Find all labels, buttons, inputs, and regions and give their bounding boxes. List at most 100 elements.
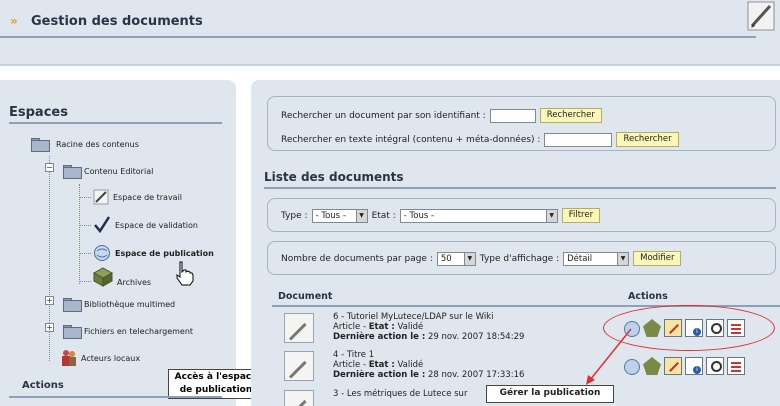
expand-icon[interactable]: + xyxy=(45,296,54,305)
tree-item-label: Bibliothèque multimed xyxy=(84,299,176,309)
tree-item-root[interactable]: Racine des contenus xyxy=(31,138,139,152)
hand-cursor-icon xyxy=(176,261,194,286)
last-action-label: Dernière action le : xyxy=(333,370,426,380)
search-fulltext-row: Rechercher en texte intégral (contenu + … xyxy=(281,132,679,147)
archive-stack-icon xyxy=(93,267,113,287)
page-title: Gestion des documents xyxy=(31,14,203,29)
search-fulltext-button[interactable]: Rechercher xyxy=(616,132,679,147)
type-select-value: - Tous - xyxy=(315,210,346,221)
last-action-value: 29 nov. 2007 18:54:29 xyxy=(425,332,525,342)
expand-icon[interactable]: + xyxy=(45,323,54,332)
publish-globe-icon[interactable] xyxy=(624,359,640,375)
per-page-select[interactable]: 50 ▼ xyxy=(436,251,476,266)
archive-stack-icon[interactable] xyxy=(643,357,661,375)
tree-connector xyxy=(79,281,91,282)
tree-item-editorial[interactable]: Contenu Editorial xyxy=(63,165,153,179)
tree-item-label: Fichiers en telechargement xyxy=(84,326,194,336)
type-label: Type : xyxy=(281,210,308,221)
document-type: Article - xyxy=(333,360,369,370)
tree-connector xyxy=(79,253,91,254)
documents-list-divider xyxy=(264,187,776,189)
tree-item-archives[interactable]: Archives xyxy=(93,267,151,287)
last-action-value: 28 nov. 2007 17:33:16 xyxy=(425,370,525,380)
documents-list-title: Liste des documents xyxy=(264,170,404,184)
document-pen-icon xyxy=(284,390,314,406)
search-id-input[interactable] xyxy=(489,108,536,123)
document-title[interactable]: 3 - Les métriques de Lutece sur xyxy=(333,389,467,399)
tree-item-label: Espace de travail xyxy=(113,192,183,202)
header-title-bar: » Gestion des documents xyxy=(0,8,756,38)
globe-icon xyxy=(94,245,110,261)
row-actions xyxy=(624,357,745,375)
folder-icon xyxy=(63,325,82,339)
folder-icon xyxy=(31,138,50,152)
etat-label: Etat : xyxy=(371,210,396,221)
spaces-title: Espaces xyxy=(9,105,68,120)
display-options-row: Nombre de documents par page : 50 ▼ Type… xyxy=(281,251,682,266)
tree-item-work-space[interactable]: Espace de travail xyxy=(93,189,182,205)
table-row: 4 - Titre 1 Article - Etat : Validé Dern… xyxy=(272,347,780,385)
checkmark-icon xyxy=(94,216,111,234)
header-bar: » Gestion des documents xyxy=(0,0,780,66)
highlight-ellipse xyxy=(603,305,775,351)
tree-item-local-actors[interactable]: Acteurs locaux xyxy=(61,349,140,367)
tree-connector xyxy=(79,225,91,226)
document-title[interactable]: 6 - Tutoriel MyLutece/LDAP sur le Wiki xyxy=(333,312,524,322)
collapse-icon[interactable]: − xyxy=(45,163,54,172)
tree-item-label: Espace de publication xyxy=(115,248,214,258)
type-select[interactable]: - Tous - ▼ xyxy=(311,208,368,223)
document-info: 4 - Titre 1 Article - Etat : Validé Dern… xyxy=(333,350,524,380)
chevron-down-icon: ▼ xyxy=(617,252,629,265)
search-fulltext-label: Rechercher en texte intégral (contenu + … xyxy=(281,134,541,145)
search-by-id-label: Rechercher un document par son identifia… xyxy=(281,110,486,121)
document-pen-icon xyxy=(284,313,314,343)
tree-item-label: Acteurs locaux xyxy=(81,353,141,363)
title-arrows-icon: » xyxy=(10,14,18,28)
chevron-down-icon: ▼ xyxy=(545,209,557,222)
tree-item-label: Racine des contenus xyxy=(56,139,139,149)
display-type-label: Type d'affichage : xyxy=(479,253,560,264)
document-state-label: Etat : xyxy=(368,322,395,332)
tree-item-label: Espace de validation xyxy=(115,220,198,230)
display-type-select[interactable]: Détail ▼ xyxy=(563,251,630,266)
etat-select[interactable]: - Tous - ▼ xyxy=(399,208,558,223)
tree-item-multimedia[interactable]: Bibliothèque multimed xyxy=(63,298,176,312)
actors-icon xyxy=(62,350,76,366)
document-title[interactable]: 4 - Titre 1 xyxy=(333,350,524,360)
tree-item-validation-space[interactable]: Espace de validation xyxy=(93,216,198,234)
properties-icon[interactable] xyxy=(685,357,703,375)
display-options-box: Nombre de documents par page : 50 ▼ Type… xyxy=(267,241,776,275)
tree-item-downloads[interactable]: Fichiers en telechargement xyxy=(63,325,194,339)
filter-button[interactable]: Filtrer xyxy=(561,208,601,223)
edit-icon[interactable] xyxy=(664,357,682,375)
actions-title: Actions xyxy=(22,380,64,391)
documents-panel: Rechercher un document par son identifia… xyxy=(251,80,780,406)
display-type-select-value: Détail xyxy=(567,253,593,264)
spaces-divider xyxy=(9,122,222,124)
search-by-id-row: Rechercher un document par son identifia… xyxy=(281,108,602,123)
etat-select-value: - Tous - xyxy=(403,210,435,221)
document-info: 3 - Les métriques de Lutece sur xyxy=(333,389,467,399)
spaces-panel: Espaces Racine des contenus − Contenu Ed… xyxy=(0,80,264,406)
per-page-label: Nombre de documents par page : xyxy=(281,253,433,264)
document-info: 6 - Tutoriel MyLutece/LDAP sur le Wiki A… xyxy=(333,312,524,342)
manage-publication-callout: Gérer la publication xyxy=(486,385,614,403)
search-box: Rechercher un document par son identifia… xyxy=(267,96,776,151)
search-fulltext-input[interactable] xyxy=(544,132,613,147)
history-icon[interactable] xyxy=(727,357,745,375)
chevron-down-icon: ▼ xyxy=(355,209,367,222)
document-state-label: Etat : xyxy=(368,360,395,370)
tree-connector xyxy=(79,197,91,198)
actions-divider xyxy=(9,396,222,398)
document-state-value: Validé xyxy=(394,360,424,370)
chevron-down-icon: ▼ xyxy=(463,252,475,265)
last-action-label: Dernière action le : xyxy=(333,332,426,342)
document-pen-icon xyxy=(284,351,314,381)
per-page-select-value: 50 xyxy=(440,253,452,264)
folder-icon xyxy=(63,165,82,179)
modify-button[interactable]: Modifier xyxy=(633,251,682,266)
column-header-document: Document xyxy=(278,291,333,302)
search-by-id-button[interactable]: Rechercher xyxy=(539,108,602,123)
publication-access-callout: Accès à l'espace de publication xyxy=(168,369,264,399)
preview-magnifier-icon[interactable] xyxy=(706,357,724,375)
